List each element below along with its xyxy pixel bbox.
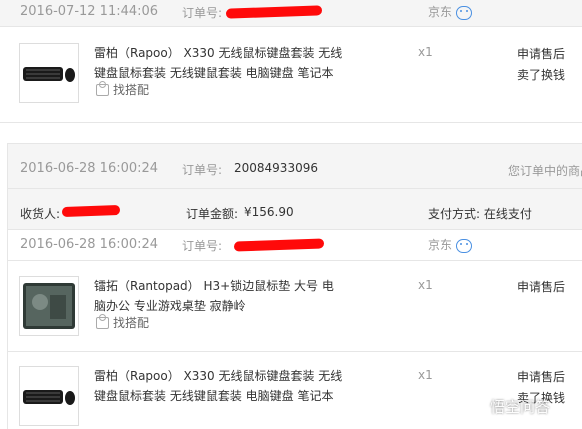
match-icon <box>96 313 109 329</box>
after-sale-link[interactable]: 申请售后 <box>517 278 565 295</box>
find-match-label[interactable]: 找搭配 <box>113 81 149 98</box>
order-number-label: 订单号: <box>182 239 223 253</box>
shop-label[interactable]: 京东 <box>428 238 452 252</box>
shop-name[interactable]: 京东 <box>428 236 473 253</box>
divider <box>8 229 582 230</box>
chat-icon[interactable] <box>456 238 473 253</box>
sub-order-time: 2016-06-28 16:00:24 <box>20 237 159 252</box>
payment-method: 支付方式: 在线支付 <box>428 207 532 221</box>
after-sale-link[interactable]: 申请售后 <box>517 368 565 385</box>
shop-label[interactable]: 京东 <box>428 5 452 19</box>
redacted-order-number <box>234 238 324 252</box>
order-time: 2016-06-28 16:00:24 <box>20 161 159 176</box>
order-note: 您订单中的商品 <box>508 164 582 178</box>
product-thumbnail[interactable] <box>19 276 79 336</box>
product-title[interactable]: 镭拓（Rantopad） H3+锁边鼠标垫 大号 电脑办公 专业游戏桌垫 寂静岭 <box>94 276 344 316</box>
watermark: 悟空问答 <box>468 396 550 417</box>
receiver-label: 收货人: <box>20 207 61 221</box>
order-amount: ¥156.90 <box>244 205 294 219</box>
order-number[interactable]: 20084933096 <box>234 161 318 175</box>
match-icon <box>96 80 109 96</box>
product-thumbnail[interactable] <box>19 43 79 103</box>
order-number-label: 订单号: <box>182 6 223 20</box>
resell-link[interactable]: 卖了换钱 <box>517 66 565 83</box>
after-sale-link[interactable]: 申请售后 <box>517 45 565 62</box>
product-thumbnail[interactable] <box>19 366 79 426</box>
keyboard-image <box>23 67 75 82</box>
redacted-receiver <box>62 204 120 218</box>
mousepad-image <box>23 283 75 329</box>
product-title[interactable]: 雷柏（Rapoo） X330 无线鼠标键盘套装 无线键盘鼠标套装 无线键鼠套装 … <box>94 43 344 83</box>
chat-icon[interactable] <box>456 5 473 20</box>
item-quantity: x1 <box>418 45 433 59</box>
find-match-link[interactable]: 找搭配 <box>96 80 149 98</box>
order-number-label: 订单号: <box>182 163 223 177</box>
divider <box>8 260 582 261</box>
divider <box>8 351 582 352</box>
divider <box>0 26 582 27</box>
shop-name[interactable]: 京东 <box>428 3 473 20</box>
keyboard-image <box>23 390 75 405</box>
divider <box>0 122 582 123</box>
order-time: 2016-07-12 11:44:06 <box>20 4 159 19</box>
product-title[interactable]: 雷柏（Rapoo） X330 无线鼠标键盘套装 无线键盘鼠标套装 无线键鼠套装 … <box>94 366 344 406</box>
speech-bubble-icon <box>469 399 485 415</box>
amount-label: 订单金额: <box>186 207 239 221</box>
item-quantity: x1 <box>418 278 433 292</box>
watermark-text: 悟空问答 <box>490 398 551 416</box>
find-match-label[interactable]: 找搭配 <box>113 314 149 331</box>
find-match-link[interactable]: 找搭配 <box>96 313 149 331</box>
item-quantity: x1 <box>418 368 433 382</box>
